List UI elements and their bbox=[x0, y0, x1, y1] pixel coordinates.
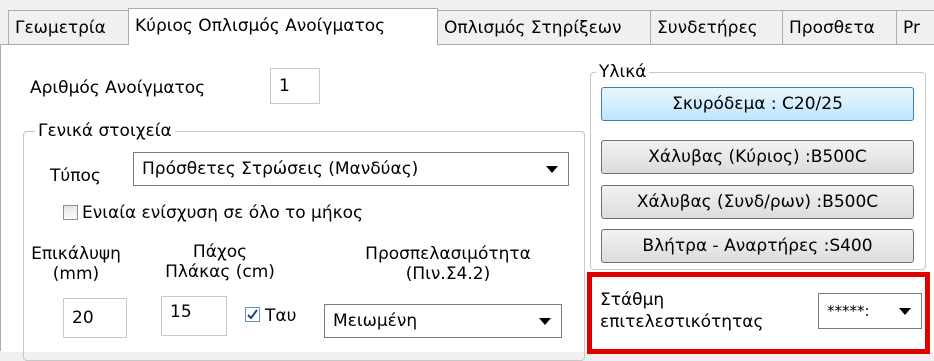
tab-overflow[interactable]: Pr bbox=[896, 10, 934, 44]
dowels-button-label: Βλήτρα - Αναρτήρες :S400 bbox=[642, 236, 873, 256]
general-group-title: Γενικά στοιχεία bbox=[35, 121, 175, 141]
tab-label: Γεωμετρία bbox=[15, 18, 106, 38]
chevron-down-icon bbox=[899, 308, 911, 315]
accessibility-label: Προσπελασιμότητα bbox=[365, 244, 531, 264]
materials-group-title: Υλικά bbox=[596, 62, 650, 82]
thickness-unit-label: Πλάκας (cm) bbox=[165, 262, 275, 282]
accessibility-table-label: (Πιν.Σ4.2) bbox=[405, 264, 491, 284]
cover-label: Επικάλυψη bbox=[31, 244, 121, 264]
opening-number-label: Αριθμός Ανοίγματος bbox=[30, 78, 206, 98]
concrete-button[interactable]: Σκυρόδεμα : C20/25 bbox=[601, 87, 914, 121]
tau-label: Ταυ bbox=[265, 306, 297, 326]
panel-border bbox=[0, 44, 1, 351]
tab-label: Προσθετα bbox=[789, 18, 875, 38]
tab-main-reinforcement[interactable]: Κύριος Οπλισμός Ανοίγματος bbox=[128, 8, 438, 45]
cover-unit-label: (mm) bbox=[52, 264, 100, 284]
thickness-label: Πάχος bbox=[192, 242, 248, 262]
performance-dropdown-value: *****: bbox=[827, 302, 870, 320]
tab-additional[interactable]: Προσθετα bbox=[782, 10, 897, 44]
type-dropdown-value: Πρόσθετες Στρώσεις (Μανδύας) bbox=[142, 159, 419, 179]
concrete-button-label: Σκυρόδεμα : C20/25 bbox=[672, 94, 843, 114]
thickness-field[interactable]: 15 bbox=[161, 296, 227, 336]
tau-checkbox[interactable] bbox=[245, 307, 260, 322]
performance-dropdown[interactable]: *****: bbox=[818, 293, 922, 329]
opening-number-field[interactable]: 1 bbox=[270, 68, 320, 104]
tab-label: Συνδετήρες bbox=[657, 18, 758, 38]
type-label: Τύπος bbox=[50, 166, 101, 186]
dowels-button[interactable]: Βλήτρα - Αναρτήρες :S400 bbox=[601, 229, 914, 263]
chevron-down-icon bbox=[539, 318, 551, 325]
tab-label: Pr bbox=[903, 18, 920, 38]
uniform-reinforcement-label: Ενιαία ενίσχυση σε όλο το μήκος bbox=[82, 203, 364, 223]
cover-field[interactable]: 20 bbox=[63, 298, 127, 338]
checkmark-icon bbox=[247, 309, 258, 320]
tab-stirrups[interactable]: Συνδετήρες bbox=[650, 10, 783, 44]
stirrup-steel-button-label: Χάλυβας (Συνδ/ρων) :B500C bbox=[636, 192, 879, 212]
accessibility-dropdown-value: Μειωμένη bbox=[333, 311, 418, 331]
uniform-reinforcement-checkbox[interactable] bbox=[63, 205, 78, 220]
type-dropdown[interactable]: Πρόσθετες Στρώσεις (Μανδύας) bbox=[133, 152, 569, 186]
performance-label: Στάθμη bbox=[600, 290, 665, 310]
main-steel-button[interactable]: Χάλυβας (Κύριος) :B500C bbox=[601, 140, 914, 174]
accessibility-dropdown[interactable]: Μειωμένη bbox=[324, 304, 562, 338]
tab-bar: Γεωμετρία Κύριος Οπλισμός Ανοίγματος Οπλ… bbox=[0, 0, 934, 45]
tab-geometry[interactable]: Γεωμετρία bbox=[8, 10, 129, 44]
chevron-down-icon bbox=[546, 166, 558, 173]
tab-label: Οπλισμός Στηρίξεων bbox=[444, 18, 622, 38]
performance-label-line2: επιτελεστικότητας bbox=[600, 312, 764, 332]
tab-support-reinforcement[interactable]: Οπλισμός Στηρίξεων bbox=[437, 10, 651, 44]
tab-label: Κύριος Οπλισμός Ανοίγματος bbox=[135, 16, 386, 36]
stirrup-steel-button[interactable]: Χάλυβας (Συνδ/ρων) :B500C bbox=[601, 185, 914, 219]
main-steel-button-label: Χάλυβας (Κύριος) :B500C bbox=[648, 147, 867, 167]
